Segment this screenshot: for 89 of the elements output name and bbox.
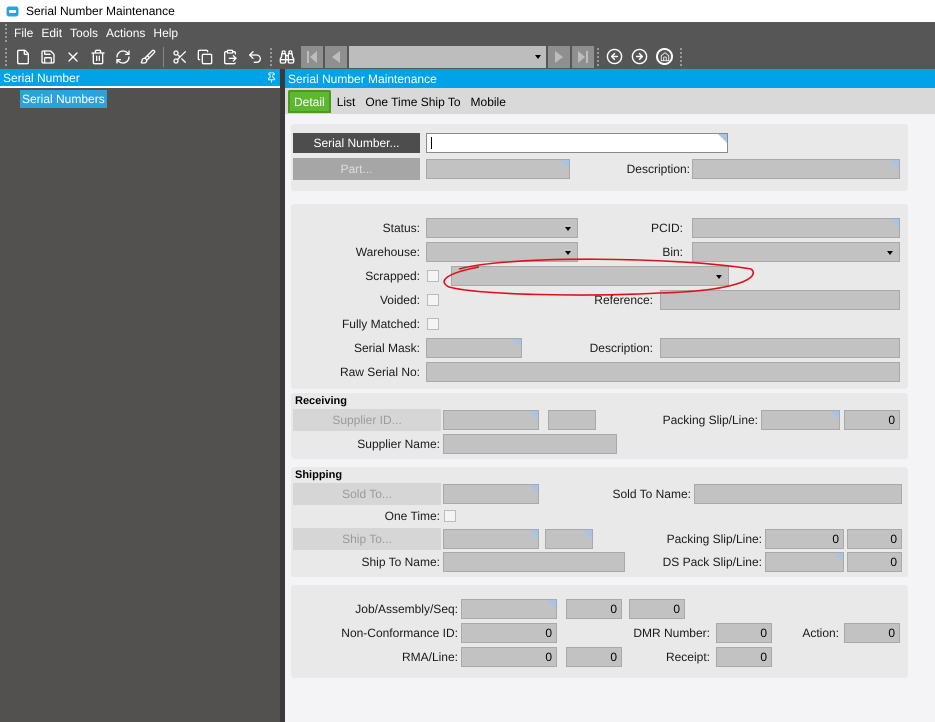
field-label: Packing Slip/Line: [666, 531, 763, 548]
field-label: Job/Assembly/Seq: [354, 601, 459, 618]
panel-title: Serial Number Maintenance [288, 70, 437, 88]
menu-item[interactable]: File [10, 24, 38, 42]
input-field[interactable]: 0 [716, 623, 772, 643]
tab[interactable]: Mobile [466, 90, 510, 113]
input-field[interactable] [548, 410, 596, 430]
input-field[interactable] [443, 410, 539, 430]
menu-item[interactable]: Help [149, 24, 182, 42]
panel-title: Serial Number [3, 70, 80, 86]
input-field[interactable]: 0 [765, 529, 844, 549]
field-label: PCID: [650, 220, 684, 237]
menu-item[interactable]: Actions [102, 24, 150, 42]
input-field[interactable] [443, 484, 539, 504]
last-record-button[interactable] [572, 46, 594, 68]
field-label: Action: [801, 625, 840, 642]
input-field[interactable] [545, 529, 593, 549]
input-field[interactable]: 0 [629, 599, 685, 619]
input-field[interactable] [426, 362, 900, 382]
field-label: Warehouse: [354, 244, 421, 261]
input-field[interactable]: 0 [844, 410, 900, 430]
next-icon [555, 50, 563, 62]
tab[interactable]: One Time Ship To [361, 90, 465, 113]
dropdown-field[interactable] [692, 242, 900, 262]
field-label: Receipt: [664, 649, 711, 666]
menu-item[interactable]: Tools [66, 24, 102, 42]
checkbox[interactable] [444, 510, 456, 522]
dropdown-field[interactable] [451, 266, 729, 286]
input-field[interactable] [443, 434, 617, 454]
field-label: Description: [588, 340, 654, 357]
input-field[interactable]: 0 [847, 552, 902, 572]
lookup-button[interactable]: Serial Number... [293, 133, 420, 153]
input-field[interactable] [443, 552, 625, 572]
next-record-button[interactable] [548, 46, 570, 68]
last-icon [578, 50, 588, 62]
input-field[interactable]: 0 [461, 647, 557, 667]
record-selector[interactable] [349, 46, 546, 68]
input-field[interactable]: 0 [844, 623, 900, 643]
input-field[interactable] [660, 338, 900, 358]
input-field[interactable] [692, 159, 900, 179]
field-label: DS Pack Slip/Line: [662, 554, 763, 571]
input-field[interactable] [461, 599, 557, 619]
dropdown-field[interactable] [426, 242, 578, 262]
checkbox[interactable] [427, 294, 439, 306]
field-label: Non-Conformance ID: [340, 625, 459, 642]
input-field[interactable] [426, 159, 570, 179]
field-label: Sold To Name: [612, 486, 692, 503]
input-field[interactable] [660, 290, 900, 310]
field-label: One Time: [384, 508, 441, 525]
app-icon [6, 6, 19, 16]
field-label: Bin: [661, 244, 684, 261]
checkbox[interactable] [427, 318, 439, 330]
field-label: Scrapped: [364, 268, 421, 285]
pin-icon[interactable] [266, 72, 277, 83]
field-label: RMA/Line: [400, 649, 459, 666]
window-title: Serial Number Maintenance [26, 3, 175, 20]
input-field[interactable] [692, 218, 900, 238]
field-label: Status: [382, 220, 421, 237]
field-label: Voided: [378, 292, 421, 309]
input-field[interactable]: 0 [566, 599, 622, 619]
first-icon [307, 50, 317, 62]
field-label: Fully Matched: [340, 316, 421, 333]
previous-record-button[interactable] [325, 46, 347, 68]
input-field[interactable]: 0 [461, 623, 557, 643]
section-heading: Receiving [295, 394, 347, 408]
menu-item[interactable]: Edit [37, 24, 66, 42]
first-record-button[interactable] [301, 46, 323, 68]
field-label: Serial Mask: [352, 340, 421, 357]
input-field[interactable]: 0 [566, 647, 622, 667]
field-label: Supplier Name: [356, 436, 441, 453]
input-field[interactable]: 0 [716, 647, 772, 667]
field-label: Reference: [593, 292, 654, 309]
section-heading: Shipping [295, 468, 342, 482]
input-field[interactable] [426, 133, 728, 153]
previous-icon [332, 50, 340, 62]
field-label: Packing Slip/Line: [662, 412, 759, 429]
dropdown-field[interactable] [426, 218, 578, 238]
tab[interactable]: List [332, 90, 360, 113]
field-label: Raw Serial No: [338, 364, 421, 381]
input-field[interactable]: 0 [847, 529, 902, 549]
input-field[interactable] [761, 410, 840, 430]
input-field[interactable] [765, 552, 844, 572]
input-field[interactable] [426, 338, 522, 358]
field-label: Ship To Name: [360, 554, 441, 571]
field-label: DMR Number: [632, 625, 711, 642]
checkbox[interactable] [427, 270, 439, 282]
input-field[interactable] [694, 484, 902, 504]
input-field[interactable] [443, 529, 539, 549]
field-label: Description: [626, 161, 691, 178]
